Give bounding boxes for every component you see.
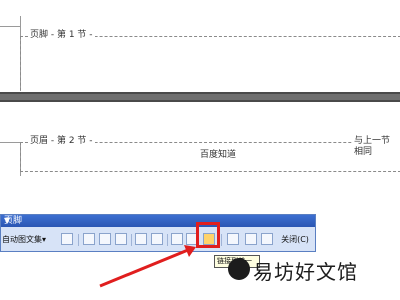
watermark-logo-icon — [228, 258, 250, 280]
arrow-line — [99, 248, 189, 288]
watermark-text: 易坊好文馆 — [253, 260, 358, 284]
arrow-annotation — [99, 245, 196, 288]
